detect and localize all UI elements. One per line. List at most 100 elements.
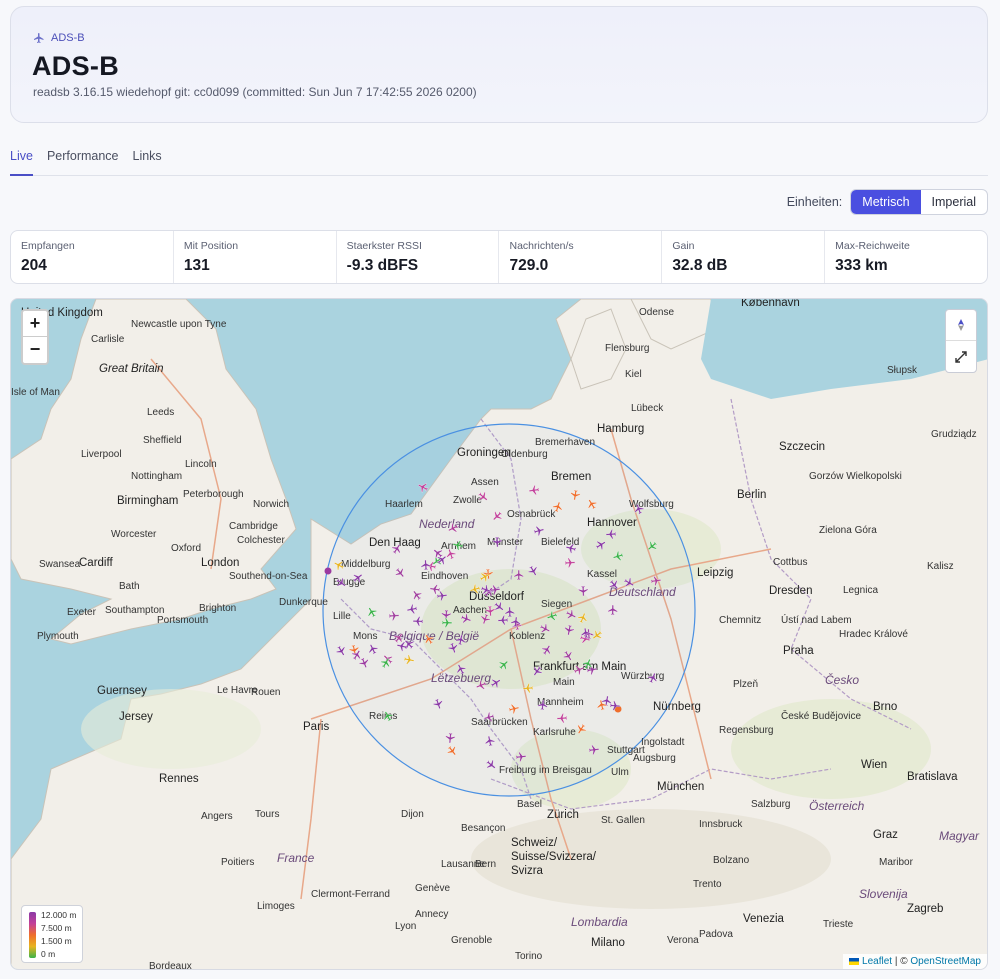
aircraft-marker[interactable] (504, 606, 516, 618)
aircraft-marker[interactable] (607, 604, 619, 616)
aircraft-map[interactable]: United Kingdom Newcastle upon Tyne Carli… (10, 298, 988, 970)
map-label: Magyar (939, 829, 980, 843)
map-label: Paris (303, 721, 330, 733)
stats-panel: Empfangen 204 Mit Position 131 Staerkste… (10, 230, 988, 284)
zoom-in-button[interactable]: + (23, 311, 47, 337)
aircraft-marker[interactable] (568, 488, 582, 502)
map-label: Flensburg (605, 343, 650, 354)
stat-value: 204 (21, 257, 47, 274)
map-label: Zielona Góra (819, 525, 877, 536)
map-label: St. Gallen (601, 815, 645, 826)
map-label: Graz (873, 829, 898, 841)
metric-button[interactable]: Metrisch (851, 190, 921, 214)
map-label: Hradec Králové (839, 629, 908, 640)
tab-links[interactable]: Links (133, 146, 162, 176)
map-label: Basel (517, 799, 543, 810)
map-label: Torino (515, 951, 543, 962)
stat-label: Empfangen (21, 240, 75, 252)
map-label: Cottbus (773, 557, 808, 568)
map-label: Bratislava (907, 771, 958, 783)
map-label: Trento (693, 879, 722, 890)
map-label: Mons (353, 631, 378, 642)
stat-label: Nachrichten/s (509, 240, 574, 252)
stat-value: 729.0 (509, 257, 549, 274)
map-label: Middelburg (341, 559, 391, 570)
map-label: Eindhoven (421, 571, 469, 582)
map-attribution: Leaflet | © OpenStreetMap (843, 954, 987, 969)
map-label: Limoges (257, 901, 295, 912)
map-label: Lombardia (571, 915, 628, 929)
map-label: Bremen (551, 471, 592, 483)
osm-link[interactable]: OpenStreetMap (910, 956, 981, 967)
stat-label: Max-Reichweite (835, 240, 910, 252)
aircraft-marker[interactable] (411, 615, 423, 627)
zoom-out-button[interactable]: − (23, 337, 47, 363)
map-label: København (741, 298, 800, 309)
map-label: Great Britain (99, 363, 164, 375)
map-label: Sheffield (143, 435, 182, 446)
tab-performance[interactable]: Performance (47, 146, 119, 176)
legend-label: 7.500 m (41, 923, 72, 933)
leaflet-link[interactable]: Leaflet (862, 956, 892, 967)
aircraft-marker[interactable] (650, 574, 664, 588)
fullscreen-button[interactable] (946, 341, 976, 372)
attribution-separator: | (894, 956, 898, 967)
map-label: Southend-on-Sea (229, 571, 308, 582)
map-label: Zagreb (907, 903, 944, 915)
units-selector: Einheiten: Metrisch Imperial (787, 189, 988, 215)
stat-label: Staerkster RSSI (346, 240, 422, 252)
aircraft-marker[interactable] (514, 750, 527, 763)
aircraft-marker[interactable] (420, 559, 433, 572)
stat-label: Gain (672, 240, 695, 252)
map-label: Lübeck (631, 403, 664, 414)
copyright-symbol: © (900, 956, 908, 967)
stat-value: 32.8 dB (672, 257, 728, 274)
aircraft-dot (324, 567, 332, 575)
units-label: Einheiten: (786, 195, 843, 209)
aircraft-marker[interactable] (522, 682, 535, 695)
map-label: Padova (699, 929, 733, 940)
map-label: Worcester (111, 529, 157, 540)
map-label: Kiel (625, 369, 642, 380)
stat-max-range: Max-Reichweite 333 km (825, 231, 987, 283)
aircraft-marker[interactable] (513, 569, 525, 581)
tab-live[interactable]: Live (10, 146, 33, 176)
map-label: Nürnberg (653, 701, 701, 713)
aircraft-marker[interactable] (405, 602, 419, 616)
map-label: Praha (783, 645, 814, 657)
map-label: Peterborough (183, 489, 244, 500)
map-label: Colchester (237, 535, 285, 546)
stat-with-position: Mit Position 131 (174, 231, 337, 283)
aircraft-marker[interactable] (387, 610, 400, 623)
aircraft-marker[interactable] (528, 483, 542, 497)
aircraft-marker[interactable] (441, 616, 453, 628)
aircraft-marker[interactable] (577, 584, 589, 596)
stat-value: 131 (183, 257, 210, 274)
imperial-button[interactable]: Imperial (921, 190, 987, 214)
map-label: Southampton (105, 605, 165, 616)
map-label: Kalisz (927, 561, 954, 572)
aircraft-marker[interactable] (444, 732, 457, 745)
aircraft-marker[interactable] (436, 589, 449, 602)
map-label: Clermont-Ferrand (311, 889, 390, 900)
map-label: Chemnitz (719, 615, 762, 626)
aircraft-marker[interactable] (536, 698, 549, 711)
map-label: Assen (471, 477, 499, 488)
aircraft-marker[interactable] (605, 528, 618, 541)
map-label: Schweiz/ Suisse/Svizzera/ Svizra (511, 837, 597, 877)
map-label: Main (553, 677, 575, 688)
map-label: Portsmouth (157, 615, 209, 626)
map-label: Augsburg (633, 753, 676, 764)
aircraft-marker[interactable] (564, 557, 577, 570)
map-label: Cambridge (229, 521, 278, 532)
map-label: München (657, 781, 705, 793)
aircraft-marker[interactable] (580, 626, 594, 640)
map-label: Gorzów Wielkopolski (809, 471, 902, 482)
map-label: Lille (333, 611, 351, 622)
aircraft-marker[interactable] (587, 743, 600, 756)
aircraft-marker[interactable] (491, 536, 503, 548)
compass-button[interactable] (946, 310, 976, 341)
aircraft-marker[interactable] (555, 711, 568, 724)
map-label: Szczecin (779, 441, 826, 453)
legend-label: 1.500 m (41, 936, 72, 946)
